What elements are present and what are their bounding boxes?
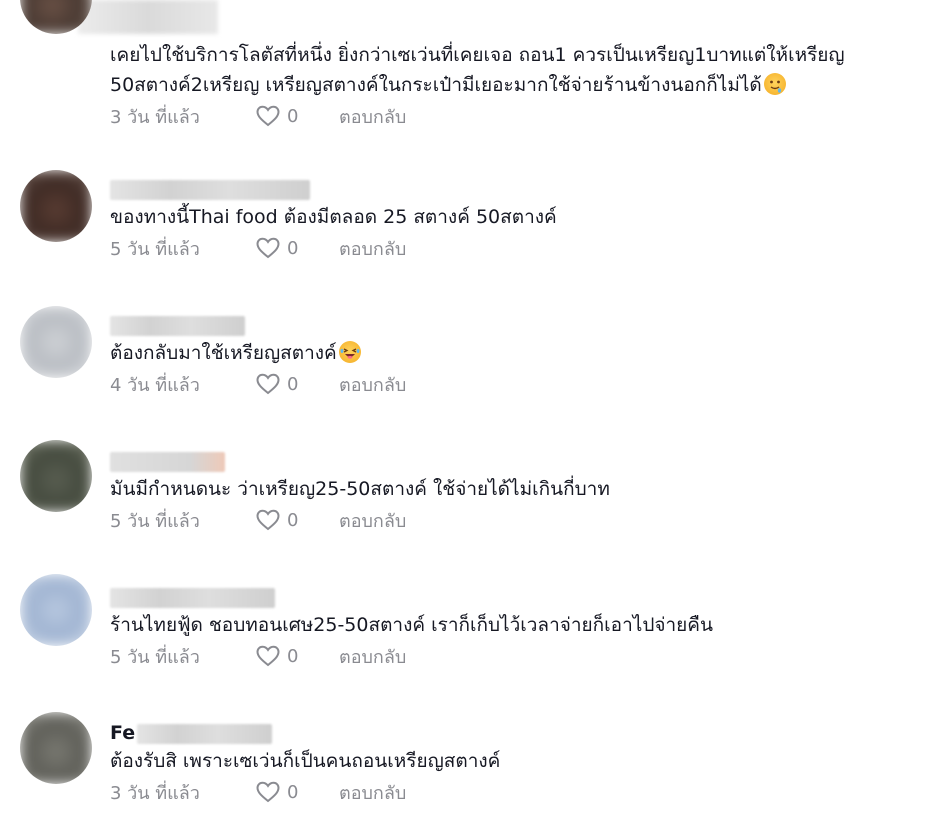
reply-button[interactable]: ตอบกลับ [339, 370, 406, 399]
like-button[interactable]: 0 [255, 508, 339, 532]
censored-username [110, 315, 245, 336]
comment-text-body: มันมีกำหนดนะ ว่าเหรียญ25-50สตางค์ ใช้จ่า… [110, 478, 610, 500]
comment-meta: 3 วัน ที่แล้ว 0 ตอบกลับ [110, 777, 929, 807]
avatar[interactable] [20, 0, 92, 34]
comment-meta: 4 วัน ที่แล้ว 0 ตอบกลับ [110, 369, 929, 399]
reply-button[interactable]: ตอบกลับ [339, 778, 406, 807]
comment-text: ต้องกลับมาใช้เหรียญสตางค์ [110, 338, 929, 368]
avatar[interactable] [20, 440, 92, 512]
comment-text: ของทางนี้Thai food ต้องมีตลอด 25 สตางค์ … [110, 202, 929, 232]
comment-time: 4 วัน ที่แล้ว [110, 374, 200, 396]
laughing-face-emoji [338, 341, 361, 363]
reply-button[interactable]: ตอบกลับ [339, 234, 406, 263]
comment-text-body: ร้านไทยฟู้ด ชอบทอนเศษ25-50สตางค์ เราก็เก… [110, 614, 714, 636]
comment-meta: 5 วัน ที่แล้ว 0 ตอบกลับ [110, 505, 929, 535]
heart-icon [256, 105, 280, 127]
comment-time: 5 วัน ที่แล้ว [110, 510, 200, 532]
comment-meta: 5 วัน ที่แล้ว 0 ตอบกลับ [110, 233, 929, 263]
heart-icon [256, 781, 280, 803]
like-count: 0 [287, 373, 299, 395]
comment-username[interactable] [110, 584, 929, 610]
like-count: 0 [287, 237, 299, 259]
avatar[interactable] [20, 712, 92, 784]
reply-button[interactable]: ตอบกลับ [339, 506, 406, 535]
comment-username[interactable] [110, 176, 929, 202]
like-button[interactable]: 0 [255, 644, 339, 668]
comment-text-body: ต้องกลับมาใช้เหรียญสตางค์ [110, 342, 337, 364]
heart-icon [256, 645, 280, 667]
censored-username [137, 723, 273, 744]
censored-username [110, 587, 275, 608]
comment-username[interactable]: Fe [110, 720, 929, 746]
avatar[interactable] [20, 574, 92, 646]
comment-username[interactable] [110, 312, 929, 338]
comment-meta: 5 วัน ที่แล้ว 0 ตอบกลับ [110, 641, 929, 671]
drooling-face-emoji [763, 73, 786, 95]
censored-username [110, 179, 310, 200]
heart-icon [256, 509, 280, 531]
comment-time: 3 วัน ที่แล้ว [110, 106, 200, 128]
like-count: 0 [287, 781, 299, 803]
like-count: 0 [287, 509, 299, 531]
avatar[interactable] [20, 170, 92, 242]
comment-text: ต้องรับสิ เพราะเซเว่นก็เป็นคนถอนเหรียญสต… [110, 746, 929, 776]
heart-icon [256, 237, 280, 259]
comment-time: 5 วัน ที่แล้ว [110, 646, 200, 668]
comment-text-body: ของทางนี้Thai food ต้องมีตลอด 25 สตางค์ … [110, 206, 557, 228]
comment-time: 3 วัน ที่แล้ว [110, 782, 200, 804]
heart-icon [256, 373, 280, 395]
reply-button[interactable]: ตอบกลับ [339, 102, 406, 131]
comment-text: ร้านไทยฟู้ด ชอบทอนเศษ25-50สตางค์ เราก็เก… [110, 610, 929, 640]
like-button[interactable]: 0 [255, 104, 339, 128]
like-button[interactable]: 0 [255, 780, 339, 804]
censored-username [78, 0, 218, 34]
comment-meta: 3 วัน ที่แล้ว 0 ตอบกลับ [110, 101, 929, 131]
censored-username [110, 451, 225, 472]
comment-text: เคยไปใช้บริการโลตัสที่หนึ่ง ยิ่งกว่าเซเว… [110, 40, 929, 100]
avatar[interactable] [20, 306, 92, 378]
comment-text-body: เคยไปใช้บริการโลตัสที่หนึ่ง ยิ่งกว่าเซเว… [110, 44, 845, 96]
comment-text: มันมีกำหนดนะ ว่าเหรียญ25-50สตางค์ ใช้จ่า… [110, 474, 929, 504]
like-count: 0 [287, 645, 299, 667]
comment-time: 5 วัน ที่แล้ว [110, 238, 200, 260]
comment-username[interactable] [110, 448, 929, 474]
like-button[interactable]: 0 [255, 372, 339, 396]
reply-button[interactable]: ตอบกลับ [339, 642, 406, 671]
like-count: 0 [287, 105, 299, 127]
username-visible-part: Fe [110, 722, 136, 744]
like-button[interactable]: 0 [255, 236, 339, 260]
comment-text-body: ต้องรับสิ เพราะเซเว่นก็เป็นคนถอนเหรียญสต… [110, 750, 501, 772]
